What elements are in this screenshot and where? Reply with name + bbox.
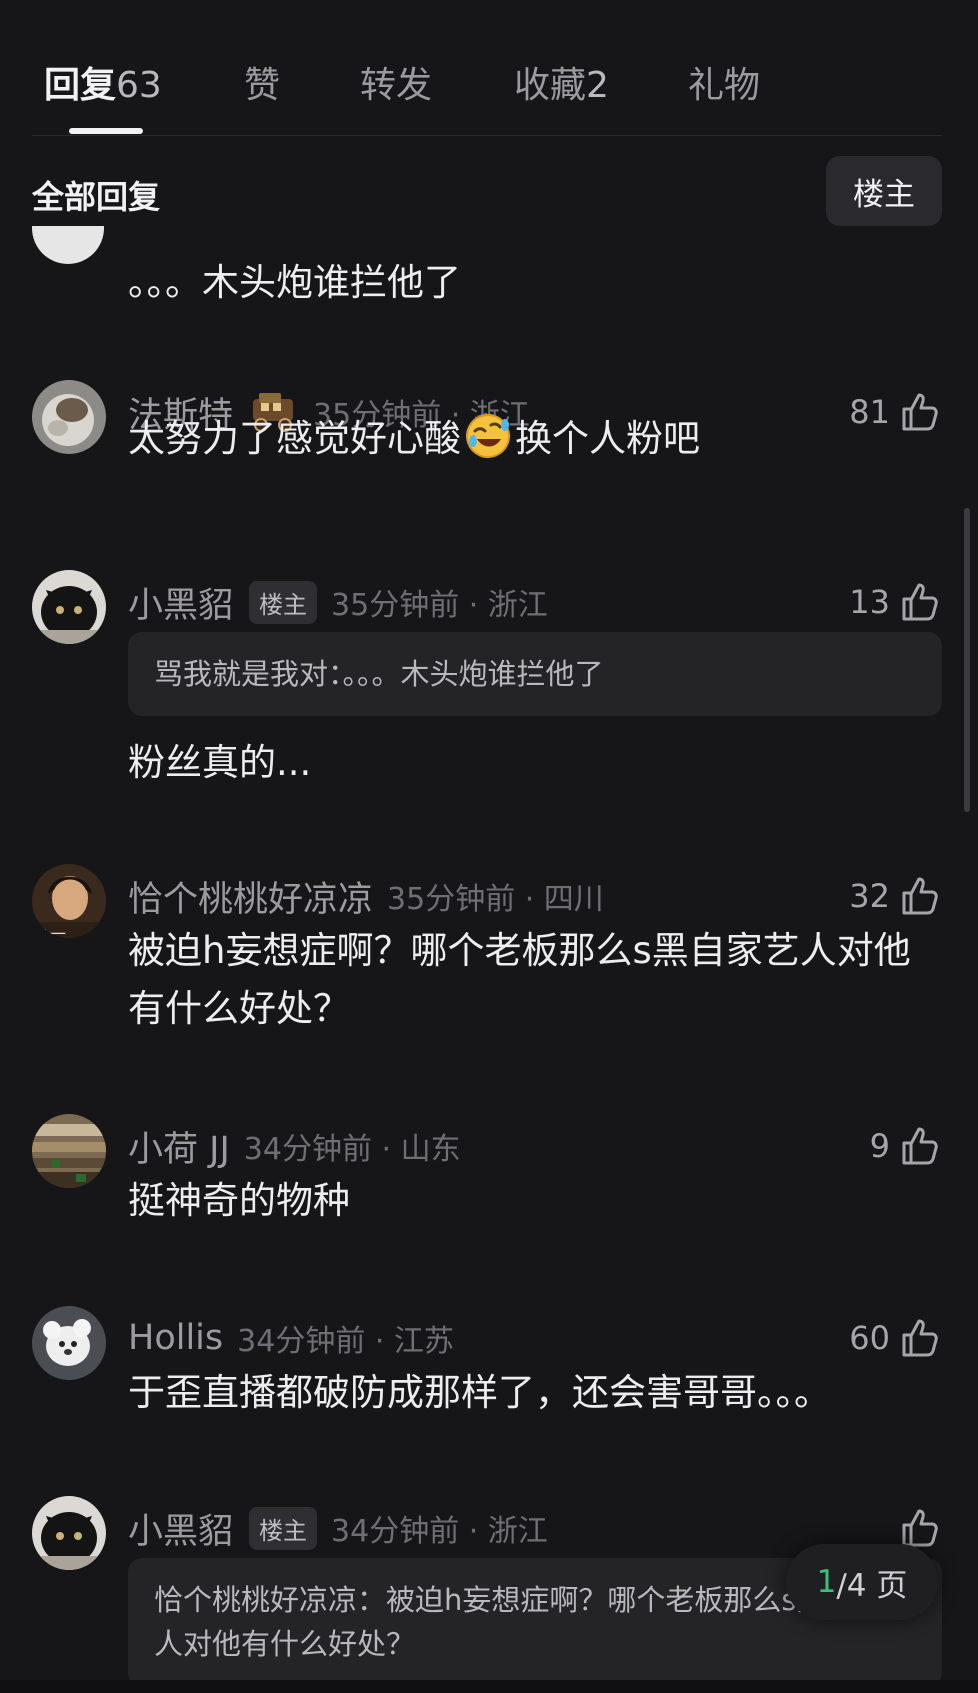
scrollbar[interactable] (964, 508, 970, 812)
thumbs-up-icon (902, 583, 938, 621)
thumbs-up-icon (902, 1319, 938, 1357)
timestamp-location: 34分钟前 · 江苏 (237, 1324, 454, 1359)
comment-text-part: 换个人粉吧 (515, 417, 700, 460)
timestamp-location: 35分钟前 · 浙江 (331, 588, 548, 623)
bottom-edge (0, 1680, 978, 1693)
comment-meta: 小黑貂 楼主 34分钟前 · 浙江 (128, 1504, 548, 1552)
op-badge: 楼主 (249, 580, 318, 624)
like-button[interactable]: 9 (870, 1122, 942, 1170)
avatar[interactable]: ∽▁▁▁ (32, 864, 106, 938)
avatar[interactable] (32, 226, 104, 266)
thumbs-up-icon (902, 1127, 938, 1165)
timestamp-location: 35分钟前 · 四川 (387, 882, 604, 917)
like-count: 9 (869, 1127, 890, 1165)
avatar[interactable] (32, 1496, 106, 1570)
comment-text: 粉丝真的... (128, 741, 312, 784)
like-count: 13 (849, 583, 890, 621)
op-badge: 楼主 (249, 1506, 318, 1550)
thumbs-up-icon (902, 877, 938, 915)
comment-text: 挺神奇的物种 (128, 1179, 350, 1222)
comment-meta: 小荷 JJ 34分钟前 · 山东 (128, 1122, 461, 1170)
page-indicator[interactable]: 1/4 页 (786, 1544, 938, 1620)
like-button[interactable]: 60 (849, 1314, 942, 1362)
quoted-reply[interactable]: 骂我就是我对：。。。木头炮谁拦他了 (128, 632, 942, 716)
avatar[interactable] (32, 1306, 106, 1380)
rofl-emoji-icon (466, 414, 510, 458)
username[interactable]: 小荷 JJ (128, 1121, 230, 1172)
current-page: 1 (816, 1564, 837, 1600)
total-pages: /4 页 (836, 1567, 908, 1604)
username[interactable]: 恰个桃桃好凉凉 (128, 871, 373, 922)
comment-list: 。。。木头炮谁拦他了 法斯特 35分钟前 · 浙江 81 太努力了感觉好心酸 换个… (0, 0, 978, 1693)
comment-text-part: 太努力了感觉好心酸 (128, 417, 461, 460)
like-button[interactable]: 13 (849, 578, 942, 626)
username[interactable]: Hollis (128, 1318, 223, 1358)
avatar[interactable] (32, 1114, 106, 1188)
comment-meta: Hollis 34分钟前 · 江苏 (128, 1314, 454, 1362)
comment-meta: 恰个桃桃好凉凉 35分钟前 · 四川 (128, 872, 604, 920)
comment-text: 太努力了感觉好心酸 换个人粉吧 (128, 410, 948, 468)
like-count: 60 (849, 1319, 890, 1357)
comment-meta: 小黑貂 楼主 35分钟前 · 浙江 (128, 578, 548, 626)
reply-page: 回复63 赞 转发 收藏2 礼物 全部回复 楼主 。。。木头炮谁拦他了 法斯特 … (0, 0, 978, 1693)
svg-text:∽▁▁▁: ∽▁▁▁ (40, 925, 66, 934)
comment-text: 被迫h妄想症啊？哪个老板那么s黑自家艺人对他有什么好处？ (128, 929, 911, 1030)
comment-text: 于歪直播都破防成那样了，还会害哥哥。。。 (128, 1371, 831, 1414)
timestamp-location: 34分钟前 · 浙江 (331, 1514, 548, 1549)
username[interactable]: 小黑貂 (128, 1503, 233, 1554)
avatar[interactable] (32, 570, 106, 644)
username[interactable]: 小黑貂 (128, 577, 233, 628)
like-count: 32 (849, 877, 890, 915)
like-button[interactable]: 32 (849, 872, 942, 920)
timestamp-location: 34分钟前 · 山东 (243, 1132, 461, 1167)
comment-text: 。。。木头炮谁拦他了 (128, 261, 461, 304)
avatar[interactable] (32, 380, 106, 454)
